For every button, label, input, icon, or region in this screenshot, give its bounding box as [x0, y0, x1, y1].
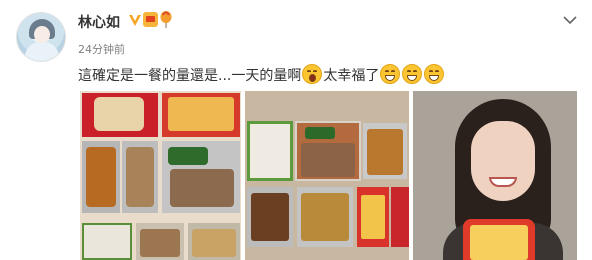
face: [471, 121, 535, 201]
food-item: [251, 193, 289, 241]
laugh-emoji-icon: [424, 64, 445, 84]
food-item: [170, 169, 234, 207]
food-item: [126, 147, 154, 207]
selfie-photo[interactable]: [413, 91, 577, 260]
food-item: [367, 129, 403, 175]
food-item: [192, 229, 236, 257]
red-box: [391, 187, 409, 247]
hot-balloon-icon: [160, 11, 172, 28]
chevron-down-icon[interactable]: [561, 11, 579, 29]
verified-v-icon: [129, 15, 141, 26]
food-item: [361, 195, 385, 239]
food-item: [140, 229, 180, 257]
timestamp[interactable]: 24分钟前: [78, 41, 125, 57]
food-item: [301, 143, 355, 177]
post-text: 這確定是一餐的量還是...一天的量啊 太幸福了: [78, 64, 445, 85]
food-item: [301, 193, 349, 241]
food-item: [168, 97, 234, 131]
rice-box: [247, 121, 293, 181]
avatar-face: [34, 26, 50, 43]
food-item: [94, 97, 144, 131]
food-item: [305, 127, 335, 139]
vip-crown-icon: [143, 12, 158, 27]
food-item: [168, 147, 208, 165]
avatar[interactable]: [16, 12, 66, 62]
food-containers-photo[interactable]: [245, 91, 409, 260]
shout-emoji-icon: [302, 64, 323, 84]
avatar-dress: [25, 42, 59, 61]
rice-box: [82, 223, 132, 260]
laugh-emoji-icon: [402, 64, 423, 84]
post-text-main: 這確定是一餐的量還是...一天的量啊: [78, 68, 302, 84]
post-text-after: 太幸福了: [323, 68, 380, 84]
bento-boxes-photo[interactable]: [80, 91, 241, 260]
food-item: [470, 225, 528, 260]
author-name[interactable]: 林心如: [78, 12, 120, 32]
food-item: [86, 147, 116, 207]
laugh-emoji-icon: [380, 64, 401, 84]
